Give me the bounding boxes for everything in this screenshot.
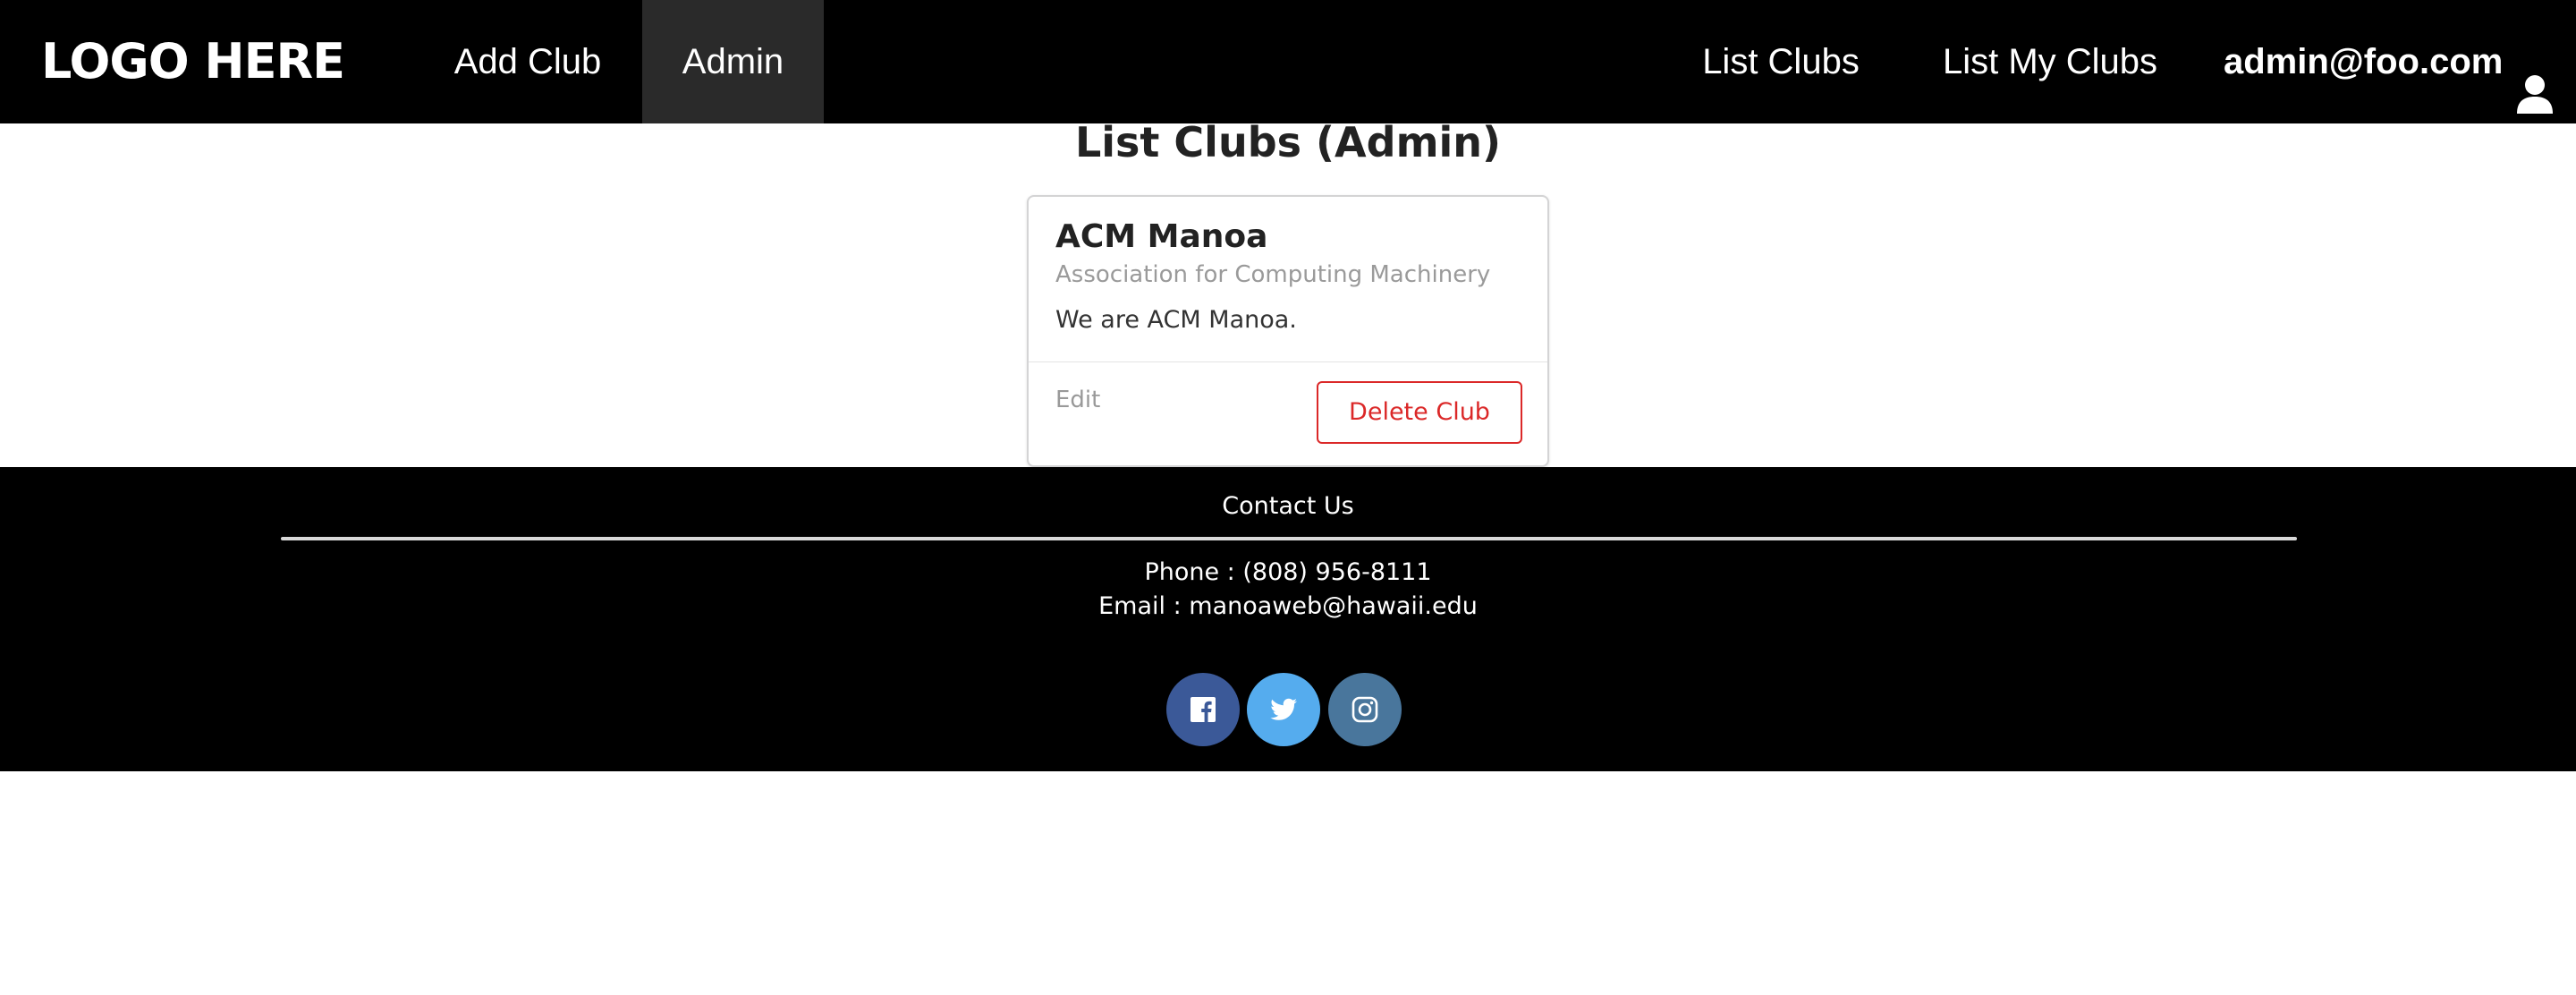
nav-list-clubs[interactable]: List Clubs: [1663, 0, 1899, 123]
club-description: We are ACM Manoa.: [1055, 306, 1297, 334]
footer: Contact Us Phone : (808) 956-8111 Email …: [0, 467, 2576, 771]
twitter-button[interactable]: [1247, 673, 1320, 746]
user-menu[interactable]: admin@foo.com: [2224, 0, 2554, 123]
user-email: admin@foo.com: [2224, 42, 2504, 81]
facebook-icon: [1191, 697, 1216, 722]
instagram-button[interactable]: [1328, 673, 1402, 746]
nav-add-club[interactable]: Add Club: [413, 0, 642, 123]
club-card: ACM Manoa Association for Computing Mach…: [1027, 195, 1549, 467]
club-name: ACM Manoa: [1055, 218, 1268, 255]
contact-phone: Phone : (808) 956-8111: [1144, 558, 1432, 586]
footer-divider: [281, 537, 2297, 540]
facebook-button[interactable]: [1166, 673, 1240, 746]
contact-title: Contact Us: [1222, 492, 1354, 520]
logo[interactable]: LOGO HERE: [41, 0, 345, 123]
user-icon: [2516, 40, 2554, 115]
edit-link[interactable]: Edit: [1055, 387, 1100, 413]
delete-club-button[interactable]: Delete Club: [1317, 381, 1522, 444]
instagram-icon: [1352, 696, 1378, 723]
contact-email: Email : manoaweb@hawaii.edu: [1098, 592, 1478, 620]
navbar: LOGO HERE Add Club Admin List Clubs List…: [0, 0, 2576, 123]
page-title: List Clubs (Admin): [1074, 118, 1502, 166]
nav-admin[interactable]: Admin: [642, 0, 824, 123]
card-divider: [1029, 361, 1547, 362]
twitter-icon: [1270, 698, 1297, 720]
nav-list-my-clubs[interactable]: List My Clubs: [1899, 0, 2201, 123]
club-meta: Association for Computing Machinery: [1055, 261, 1491, 288]
